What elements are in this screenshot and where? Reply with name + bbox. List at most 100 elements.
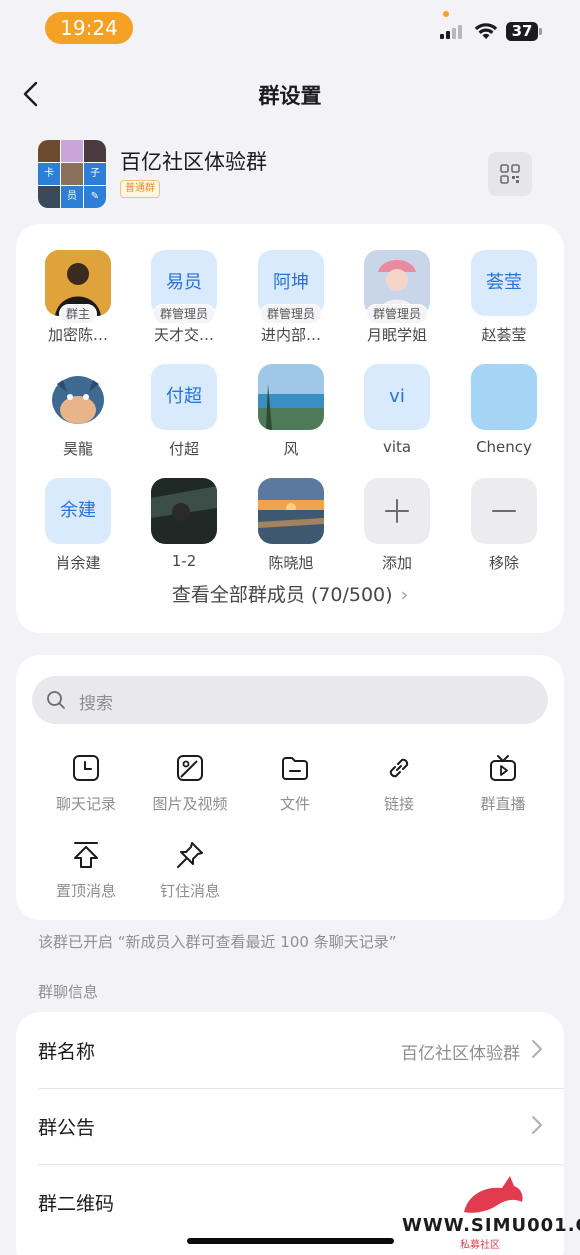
member-avatar — [151, 478, 217, 544]
home-indicator — [187, 1238, 394, 1244]
row-label: 群二维码 — [38, 1193, 115, 1215]
link-icon — [389, 758, 409, 778]
member-item[interactable]: 荟莹 赵荟莹 — [459, 250, 549, 345]
battery-tip — [539, 28, 542, 35]
group-name: 百亿社区体验群 — [120, 150, 267, 174]
cellular-signal-icon — [440, 25, 466, 39]
search-placeholder: 搜索 — [79, 694, 113, 714]
group-live-button[interactable]: 群直播 — [451, 753, 555, 814]
members-card: 群主 加密陈… 易员 群管理员 天才交… 阿坤 群管理员 进内部… 群管理员 月… — [16, 224, 564, 633]
member-avatar: vi — [364, 364, 430, 430]
tool-label: 链接 — [383, 795, 414, 813]
member-item[interactable]: 风 — [246, 364, 336, 459]
tool-label: 群直播 — [480, 795, 526, 813]
add-avatar-tile — [364, 478, 430, 544]
member-name: 赵荟莹 — [481, 326, 527, 344]
pinned-messages-button[interactable]: 钉住消息 — [138, 840, 242, 901]
edit-pencil-icon: ✎ — [84, 186, 106, 208]
page-title: 群设置 — [258, 84, 322, 108]
member-avatar: 付超 — [151, 364, 217, 430]
add-member-label: 添加 — [381, 554, 412, 572]
member-name: 1-2 — [171, 552, 197, 570]
clock-icon — [73, 755, 99, 781]
member-item[interactable]: 陈晓旭 — [246, 478, 336, 573]
member-item[interactable]: 阿坤 群管理员 进内部… — [246, 250, 336, 345]
status-time: 19:24 — [45, 12, 133, 44]
group-header[interactable]: 卡 子 员 ✎ 百亿社区体验群 普通群 — [38, 138, 543, 210]
row-label: 群公告 — [38, 1117, 96, 1139]
member-name: 陈晓旭 — [268, 554, 314, 572]
group-announcement-row[interactable]: 群公告 — [16, 1088, 564, 1164]
member-avatar — [45, 364, 111, 430]
tool-label: 图片及视频 — [152, 795, 228, 813]
member-name: 风 — [283, 440, 299, 458]
remove-avatar-tile — [471, 478, 537, 544]
group-name-row[interactable]: 群名称 百亿社区体验群 — [16, 1012, 564, 1088]
remove-member-label: 移除 — [488, 554, 519, 572]
pin-top-icon — [74, 842, 98, 868]
member-role-badge: 群管理员 — [365, 304, 429, 324]
group-avatar[interactable]: 卡 子 员 ✎ — [38, 140, 106, 208]
member-item[interactable]: 1-2 — [139, 478, 229, 570]
member-name: 进内部… — [260, 326, 321, 344]
row-label: 群名称 — [38, 1041, 96, 1063]
watermark-subtext: 私募社区 — [460, 1240, 500, 1251]
watermark-logo: WWW.SIMU001.CN 私募社区 — [402, 1170, 580, 1255]
search-input[interactable]: 搜索 — [32, 676, 548, 724]
chevron-right-icon: › — [400, 584, 409, 606]
pinned-top-messages-button[interactable]: 置顶消息 — [34, 840, 138, 901]
member-name: 昊龍 — [62, 440, 93, 458]
search-icon — [47, 691, 65, 709]
member-avatar: 荟莹 — [471, 250, 537, 316]
member-item[interactable]: 付超 付超 — [139, 364, 229, 459]
member-item[interactable]: 昊龍 — [33, 364, 123, 459]
add-member-button[interactable]: 添加 — [352, 478, 442, 573]
member-item[interactable]: 易员 群管理员 天才交… — [139, 250, 229, 345]
chevron-right-icon — [532, 1116, 542, 1134]
member-item[interactable]: vi vita — [352, 364, 442, 456]
navigation-bar: 群设置 — [0, 70, 580, 118]
member-name: 月眠学姐 — [366, 326, 427, 344]
view-all-members-label: 查看全部群成员 (70/500) — [171, 584, 393, 606]
privacy-indicator-dot — [443, 11, 449, 17]
member-name: 肖余建 — [55, 554, 101, 572]
qr-code-icon — [500, 164, 520, 184]
links-button[interactable]: 链接 — [347, 753, 451, 814]
battery-icon: 37 — [506, 22, 538, 41]
plus-icon — [385, 499, 409, 523]
status-bar: 19:24 37 — [0, 0, 580, 56]
pushpin-icon — [177, 842, 203, 868]
section-label-group-info: 群聊信息 — [38, 983, 99, 1001]
tool-label: 置顶消息 — [55, 882, 116, 900]
view-all-members-link[interactable]: 查看全部群成员 (70/500) › — [16, 580, 564, 607]
media-button[interactable]: 图片及视频 — [138, 753, 242, 814]
member-avatar — [258, 364, 324, 430]
group-avatar-char: 子 — [84, 163, 106, 185]
minus-icon — [492, 510, 516, 512]
remove-member-button[interactable]: 移除 — [459, 478, 549, 573]
files-button[interactable]: 文件 — [243, 753, 347, 814]
chevron-right-icon — [532, 1040, 542, 1058]
group-avatar-char: 员 — [61, 186, 83, 208]
chat-history-button[interactable]: 聊天记录 — [34, 753, 138, 814]
member-role-badge: 群管理员 — [259, 304, 323, 324]
tool-label: 文件 — [279, 795, 310, 813]
image-icon — [177, 755, 203, 781]
member-item[interactable]: 群主 加密陈… — [33, 250, 123, 345]
tool-label: 聊天记录 — [55, 795, 116, 813]
member-item[interactable]: 群管理员 月眠学姐 — [352, 250, 442, 345]
member-role-badge: 群主 — [58, 304, 98, 324]
watermark-text: WWW.SIMU001.CN — [402, 1215, 580, 1236]
member-role-badge: 群管理员 — [152, 304, 216, 324]
member-name: 加密陈… — [47, 326, 108, 344]
qr-code-button[interactable] — [488, 152, 532, 196]
member-name: 天才交… — [153, 326, 214, 344]
group-avatar-char: 卡 — [38, 163, 60, 185]
tool-label: 钉住消息 — [159, 882, 220, 900]
history-visibility-note: 该群已开启 “新成员入群可查看最近 100 条聊天记录” — [38, 933, 397, 951]
member-item[interactable]: Chency — [459, 364, 549, 456]
live-tv-icon — [490, 755, 516, 781]
folder-icon — [282, 757, 308, 780]
chat-tools-card: 搜索 聊天记录 图片及视频 文件 链接 群直播 置顶消息 钉住消息 — [16, 655, 564, 920]
member-item[interactable]: 余建 肖余建 — [33, 478, 123, 573]
